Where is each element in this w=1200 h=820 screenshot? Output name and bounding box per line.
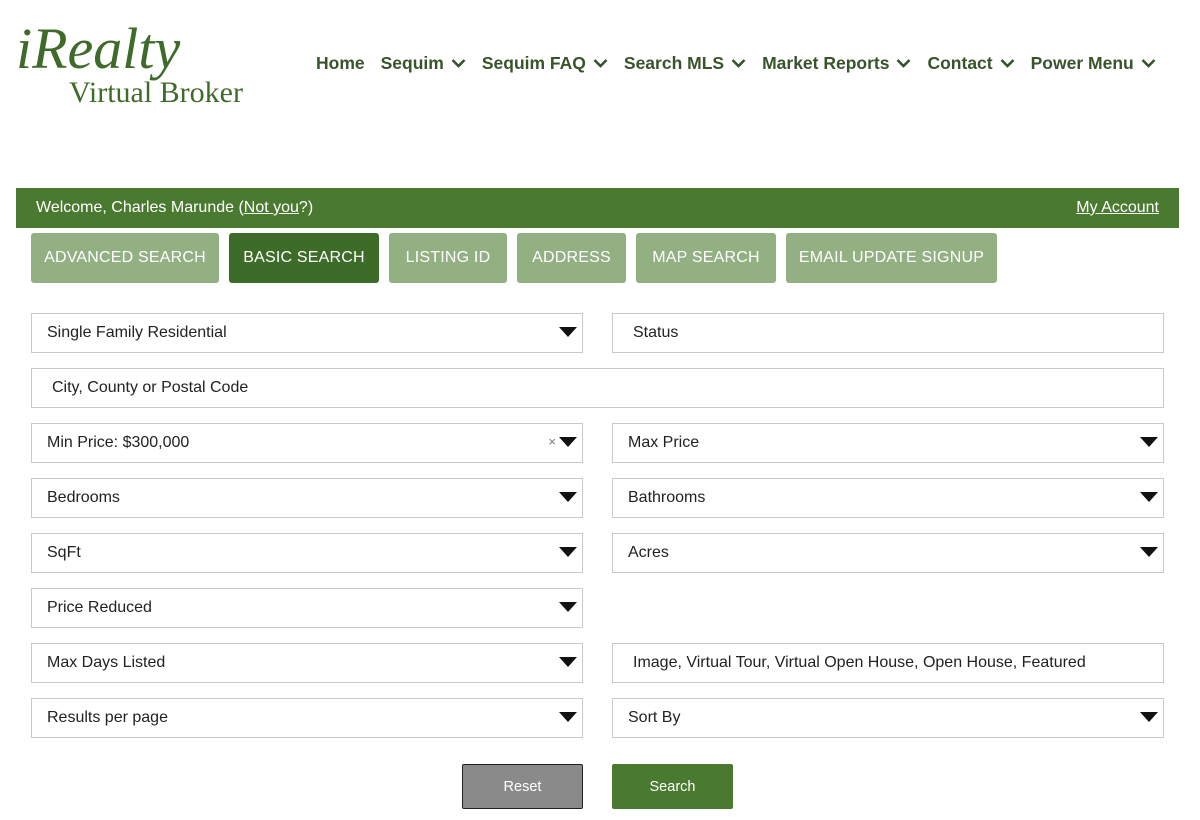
search-tabs: ADVANCED SEARCH BASIC SEARCH LISTING ID … (31, 233, 1007, 283)
nav-label: Sequim (380, 52, 444, 73)
clear-icon[interactable]: × (548, 434, 556, 449)
features-placeholder: Image, Virtual Tour, Virtual Open House,… (633, 654, 1086, 671)
bedrooms-select[interactable]: Bedrooms (31, 478, 583, 518)
max-price-placeholder: Max Price (628, 434, 700, 451)
chevron-down-icon (451, 58, 466, 68)
property-type-select[interactable]: Single Family Residential (31, 313, 583, 353)
price-reduced-placeholder: Price Reduced (47, 599, 152, 616)
tab-address[interactable]: ADDRESS (517, 233, 626, 283)
nav-label: Power Menu (1030, 52, 1134, 73)
dropdown-arrow-icon (1140, 712, 1158, 722)
sqft-placeholder: SqFt (47, 544, 81, 561)
location-input[interactable]: City, County or Postal Code (31, 368, 1164, 408)
min-price-select[interactable]: Min Price: $300,000 × (31, 423, 583, 463)
max-days-listed-placeholder: Max Days Listed (47, 654, 166, 671)
welcome-bar: Welcome, Charles Marunde (Not you?) My A… (16, 188, 1179, 228)
tab-basic-search[interactable]: BASIC SEARCH (229, 233, 379, 283)
bathrooms-placeholder: Bathrooms (628, 489, 706, 506)
nav-label: Search MLS (623, 52, 725, 73)
dropdown-arrow-icon (1140, 547, 1158, 557)
chevron-down-icon (593, 58, 608, 68)
max-price-select[interactable]: Max Price (612, 423, 1164, 463)
bedrooms-placeholder: Bedrooms (47, 489, 120, 506)
tab-listing-id[interactable]: LISTING ID (389, 233, 507, 283)
property-type-value: Single Family Residential (47, 324, 227, 341)
chevron-down-icon (731, 58, 746, 68)
welcome-suffix: ?) (298, 199, 314, 216)
dropdown-arrow-icon (559, 657, 577, 667)
dropdown-arrow-icon (559, 712, 577, 722)
results-per-page-placeholder: Results per page (47, 709, 168, 726)
dropdown-arrow-icon (559, 437, 577, 447)
dropdown-arrow-icon (559, 547, 577, 557)
nav-item-search-mls[interactable]: Search MLS (624, 53, 746, 74)
search-button[interactable]: Search (612, 764, 733, 809)
nav-item-home[interactable]: Home (316, 53, 365, 74)
tab-email-update-signup[interactable]: EMAIL UPDATE SIGNUP (786, 233, 997, 283)
dropdown-arrow-icon (559, 327, 577, 337)
sqft-select[interactable]: SqFt (31, 533, 583, 573)
nav-label: Contact (927, 52, 993, 73)
nav-item-power-menu[interactable]: Power Menu (1031, 53, 1156, 74)
site-logo[interactable]: iRealty Virtual Brokers (14, 10, 244, 115)
acres-placeholder: Acres (628, 544, 669, 561)
chevron-down-icon (1000, 58, 1015, 68)
sort-by-select[interactable]: Sort By (612, 698, 1164, 738)
nav-item-sequim-faq[interactable]: Sequim FAQ (482, 53, 608, 74)
dropdown-arrow-icon (559, 492, 577, 502)
logo-line2: Virtual Brokers (69, 76, 244, 109)
nav-label: Market Reports (762, 52, 890, 73)
min-price-value: Min Price: $300,000 (47, 434, 190, 451)
dropdown-arrow-icon (1140, 492, 1158, 502)
nav-item-sequim[interactable]: Sequim (381, 53, 466, 74)
status-placeholder: Status (633, 324, 679, 341)
status-field[interactable]: Status (612, 313, 1164, 353)
main-nav: Home Sequim Sequim FAQ Search MLS Market… (316, 50, 1156, 76)
dropdown-arrow-icon (1140, 437, 1158, 447)
tab-advanced-search[interactable]: ADVANCED SEARCH (31, 233, 219, 283)
location-placeholder: City, County or Postal Code (52, 379, 249, 396)
nav-label: Home (316, 52, 365, 73)
welcome-message: Welcome, Charles Marunde (Not you?) (36, 199, 313, 217)
tab-map-search[interactable]: MAP SEARCH (636, 233, 776, 283)
not-you-link[interactable]: Not you (244, 199, 299, 216)
sort-by-placeholder: Sort By (628, 709, 681, 726)
nav-item-contact[interactable]: Contact (927, 52, 1015, 74)
results-per-page-select[interactable]: Results per page (31, 698, 583, 738)
chevron-down-icon (896, 58, 911, 68)
chevron-down-icon (1141, 58, 1156, 68)
acres-select[interactable]: Acres (612, 533, 1164, 573)
max-days-listed-select[interactable]: Max Days Listed (31, 643, 583, 683)
nav-label: Sequim FAQ (481, 52, 586, 73)
dropdown-arrow-icon (559, 602, 577, 612)
logo-line1: iRealty (16, 16, 181, 81)
reset-button[interactable]: Reset (462, 764, 583, 809)
price-reduced-select[interactable]: Price Reduced (31, 588, 583, 628)
nav-item-market-reports[interactable]: Market Reports (762, 53, 911, 74)
my-account-link[interactable]: My Account (1076, 199, 1159, 217)
welcome-prefix: Welcome, Charles Marunde ( (36, 199, 244, 216)
bathrooms-select[interactable]: Bathrooms (612, 478, 1164, 518)
features-field[interactable]: Image, Virtual Tour, Virtual Open House,… (612, 643, 1164, 683)
